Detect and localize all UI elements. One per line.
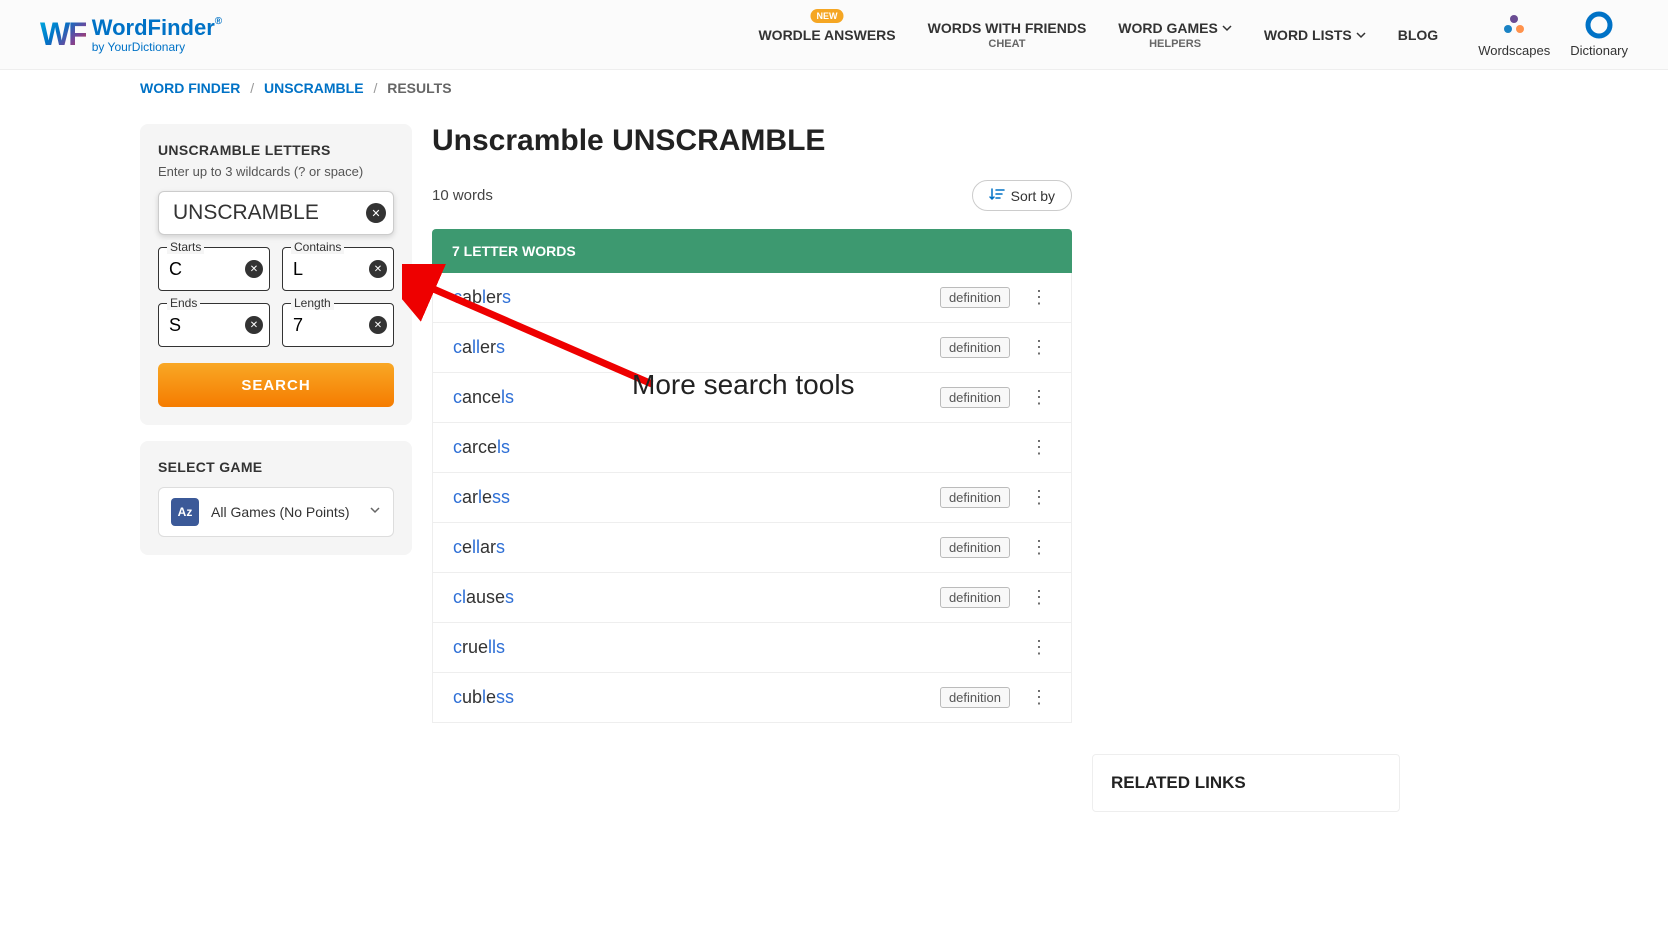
ends-field: Ends ✕ bbox=[158, 303, 270, 347]
nav: NEWWORDLE ANSWERS WORDS WITH FRIENDSCHEAT… bbox=[758, 20, 1438, 50]
word-text[interactable]: carcels bbox=[453, 437, 1026, 458]
select-game-title: SELECT GAME bbox=[158, 459, 394, 475]
word-row: cancelsdefinition ⋮ bbox=[432, 373, 1072, 423]
breadcrumb-wordfinder[interactable]: WORD FINDER bbox=[140, 80, 240, 96]
main: Unscramble UNSCRAMBLE 10 words Sort by 7… bbox=[432, 124, 1072, 723]
unscramble-title: UNSCRAMBLE LETTERS bbox=[158, 142, 394, 158]
word-list: cablersdefinition⋮callersdefinition⋮canc… bbox=[432, 273, 1072, 723]
clear-contains-icon[interactable]: ✕ bbox=[369, 260, 387, 278]
clear-letters-icon[interactable]: ✕ bbox=[366, 203, 386, 223]
right-column: RELATED LINKS bbox=[1092, 124, 1400, 812]
length-field: Length ✕ bbox=[282, 303, 394, 347]
breadcrumb: WORD FINDER / UNSCRAMBLE / RESULTS bbox=[0, 70, 1668, 106]
nav-item-0[interactable]: NEWWORDLE ANSWERS bbox=[758, 27, 895, 43]
group-header: 7 LETTER WORDS bbox=[432, 229, 1072, 273]
select-game-panel: SELECT GAME Az All Games (No Points) bbox=[140, 441, 412, 555]
page-title: Unscramble UNSCRAMBLE bbox=[432, 124, 1072, 158]
wordscapes-app[interactable]: Wordscapes bbox=[1478, 11, 1550, 58]
word-row: clausesdefinition ⋮ bbox=[432, 573, 1072, 623]
word-text[interactable]: cancels bbox=[453, 387, 940, 408]
word-row: cruells⋮ bbox=[432, 623, 1072, 673]
definition-button[interactable]: definition bbox=[940, 487, 1010, 508]
chevron-down-icon bbox=[1356, 27, 1366, 43]
breadcrumb-unscramble[interactable]: UNSCRAMBLE bbox=[264, 80, 364, 96]
clear-length-icon[interactable]: ✕ bbox=[369, 316, 387, 334]
word-row: cublessdefinition ⋮ bbox=[432, 673, 1072, 723]
game-label: All Games (No Points) bbox=[211, 504, 369, 520]
game-az-icon: Az bbox=[171, 498, 199, 526]
word-text[interactable]: cellars bbox=[453, 537, 940, 558]
sidebar: UNSCRAMBLE LETTERS Enter up to 3 wildcar… bbox=[140, 124, 412, 571]
contains-field: Contains ✕ bbox=[282, 247, 394, 291]
more-icon[interactable]: ⋮ bbox=[1026, 587, 1051, 608]
sort-icon bbox=[989, 187, 1005, 204]
nav-item-4[interactable]: BLOG bbox=[1398, 27, 1438, 43]
word-text[interactable]: callers bbox=[453, 337, 940, 358]
definition-button[interactable]: definition bbox=[940, 687, 1010, 708]
word-row: carcels⋮ bbox=[432, 423, 1072, 473]
header-apps: Wordscapes Dictionary bbox=[1478, 11, 1628, 58]
more-icon[interactable]: ⋮ bbox=[1026, 387, 1051, 408]
definition-button[interactable]: definition bbox=[940, 587, 1010, 608]
sort-button[interactable]: Sort by bbox=[972, 180, 1072, 211]
container: UNSCRAMBLE LETTERS Enter up to 3 wildcar… bbox=[0, 106, 1668, 812]
logo-wf: WF bbox=[40, 16, 86, 53]
dictionary-app[interactable]: Dictionary bbox=[1570, 11, 1628, 58]
nav-item-3[interactable]: WORD LISTS bbox=[1264, 27, 1366, 43]
search-button[interactable]: SEARCH bbox=[158, 363, 394, 407]
nav-badge: NEW bbox=[811, 9, 844, 23]
nav-item-2[interactable]: WORD GAMESHELPERS bbox=[1118, 20, 1232, 50]
chevron-down-icon bbox=[1222, 20, 1232, 36]
word-text[interactable]: cubless bbox=[453, 687, 940, 708]
wordscapes-icon bbox=[1500, 11, 1528, 39]
game-select[interactable]: Az All Games (No Points) bbox=[158, 487, 394, 537]
unscramble-panel: UNSCRAMBLE LETTERS Enter up to 3 wildcar… bbox=[140, 124, 412, 425]
clear-starts-icon[interactable]: ✕ bbox=[245, 260, 263, 278]
clear-ends-icon[interactable]: ✕ bbox=[245, 316, 263, 334]
word-text[interactable]: cablers bbox=[453, 287, 940, 308]
definition-button[interactable]: definition bbox=[940, 337, 1010, 358]
word-row: cellarsdefinition ⋮ bbox=[432, 523, 1072, 573]
breadcrumb-current: RESULTS bbox=[387, 80, 451, 96]
more-icon[interactable]: ⋮ bbox=[1026, 687, 1051, 708]
header: WF WordFinder® by YourDictionary NEWWORD… bbox=[0, 0, 1668, 70]
word-row: cablersdefinition ⋮ bbox=[432, 273, 1072, 323]
letters-input[interactable] bbox=[158, 191, 394, 235]
word-text[interactable]: clauses bbox=[453, 587, 940, 608]
related-links: RELATED LINKS bbox=[1092, 754, 1400, 812]
chevron-down-icon bbox=[369, 503, 381, 521]
more-icon[interactable]: ⋮ bbox=[1026, 287, 1051, 308]
more-icon[interactable]: ⋮ bbox=[1026, 637, 1051, 658]
more-icon[interactable]: ⋮ bbox=[1026, 437, 1051, 458]
definition-button[interactable]: definition bbox=[940, 287, 1010, 308]
word-count: 10 words bbox=[432, 187, 493, 204]
logo-main: WordFinder® bbox=[92, 17, 222, 39]
more-icon[interactable]: ⋮ bbox=[1026, 487, 1051, 508]
logo-sub: by YourDictionary bbox=[92, 41, 222, 53]
word-text[interactable]: cruells bbox=[453, 637, 1026, 658]
unscramble-hint: Enter up to 3 wildcards (? or space) bbox=[158, 164, 394, 179]
dictionary-icon bbox=[1585, 11, 1613, 39]
nav-item-1[interactable]: WORDS WITH FRIENDSCHEAT bbox=[928, 20, 1087, 50]
more-icon[interactable]: ⋮ bbox=[1026, 537, 1051, 558]
word-row: callersdefinition ⋮ bbox=[432, 323, 1072, 373]
definition-button[interactable]: definition bbox=[940, 537, 1010, 558]
related-title: RELATED LINKS bbox=[1111, 773, 1381, 793]
word-row: carlessdefinition ⋮ bbox=[432, 473, 1072, 523]
starts-field: Starts ✕ bbox=[158, 247, 270, 291]
more-icon[interactable]: ⋮ bbox=[1026, 337, 1051, 358]
logo[interactable]: WF WordFinder® by YourDictionary bbox=[40, 16, 222, 53]
word-text[interactable]: carless bbox=[453, 487, 940, 508]
definition-button[interactable]: definition bbox=[940, 387, 1010, 408]
